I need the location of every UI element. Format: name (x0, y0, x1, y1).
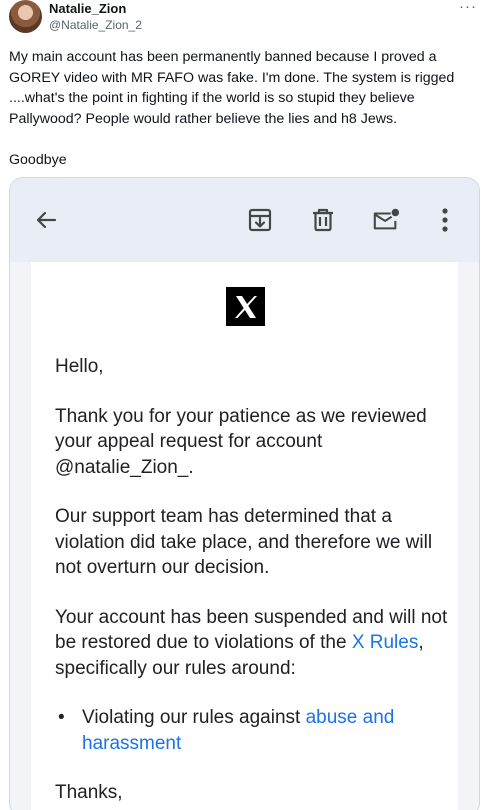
more-horizontal-icon: ··· (459, 0, 477, 15)
tweet-media-image[interactable]: Hello, Thank you for your patience as we… (9, 177, 480, 810)
avatar[interactable] (9, 0, 42, 33)
back-arrow-icon (36, 211, 57, 229)
x-logo (226, 287, 265, 326)
tweet-signoff: Goodbye (9, 151, 67, 168)
x-rules-link[interactable]: X Rules (352, 632, 419, 653)
email-toolbar (10, 178, 479, 262)
tweet-line: Pallywood? People would rather believe t… (9, 110, 398, 127)
mark-unread-button[interactable] (372, 206, 400, 234)
tweet-line: ....what's the point in fighting if the … (9, 90, 415, 106)
email-content: Hello, Thank you for your patience as we… (31, 262, 458, 810)
x-logo-icon (234, 295, 257, 318)
delete-icon (313, 208, 333, 232)
archive-button[interactable] (246, 206, 274, 234)
email-paragraph: Thank you for your patience as we review… (55, 405, 427, 478)
tweet-line: My main account has been permanently ban… (9, 49, 437, 65)
tweet-header: Natalie_Zion @Natalie_Zion_2 ··· (9, 0, 479, 36)
rule-bullet: • Violating our rules against abuse and … (55, 705, 450, 756)
tweet-text: My main account has been permanently ban… (9, 47, 471, 170)
back-button[interactable] (32, 206, 60, 234)
more-options-vertical-button[interactable] (431, 206, 459, 234)
user-handle[interactable]: @Natalie_Zion_2 (49, 18, 142, 32)
display-name[interactable]: Natalie_Zion (49, 1, 126, 16)
archive-icon (248, 208, 272, 232)
email-paragraph: Your account has been suspended and will… (55, 605, 450, 682)
bullet-text: Violating our rules against (82, 707, 306, 728)
more-options-button[interactable]: ··· (459, 0, 477, 15)
tweet-line: GOREY video with MR FAFO was fake. I'm d… (9, 69, 455, 86)
email-paragraph: Our support team has determined that a v… (55, 506, 433, 578)
bullet-dot: • (58, 707, 65, 728)
mark-unread-icon (373, 208, 400, 230)
email-greeting: Hello, (55, 356, 104, 377)
delete-button[interactable] (309, 206, 337, 234)
email-body: Hello, Thank you for your patience as we… (55, 354, 450, 810)
more-vertical-icon (442, 208, 448, 232)
email-closing: Thanks, (55, 782, 123, 803)
